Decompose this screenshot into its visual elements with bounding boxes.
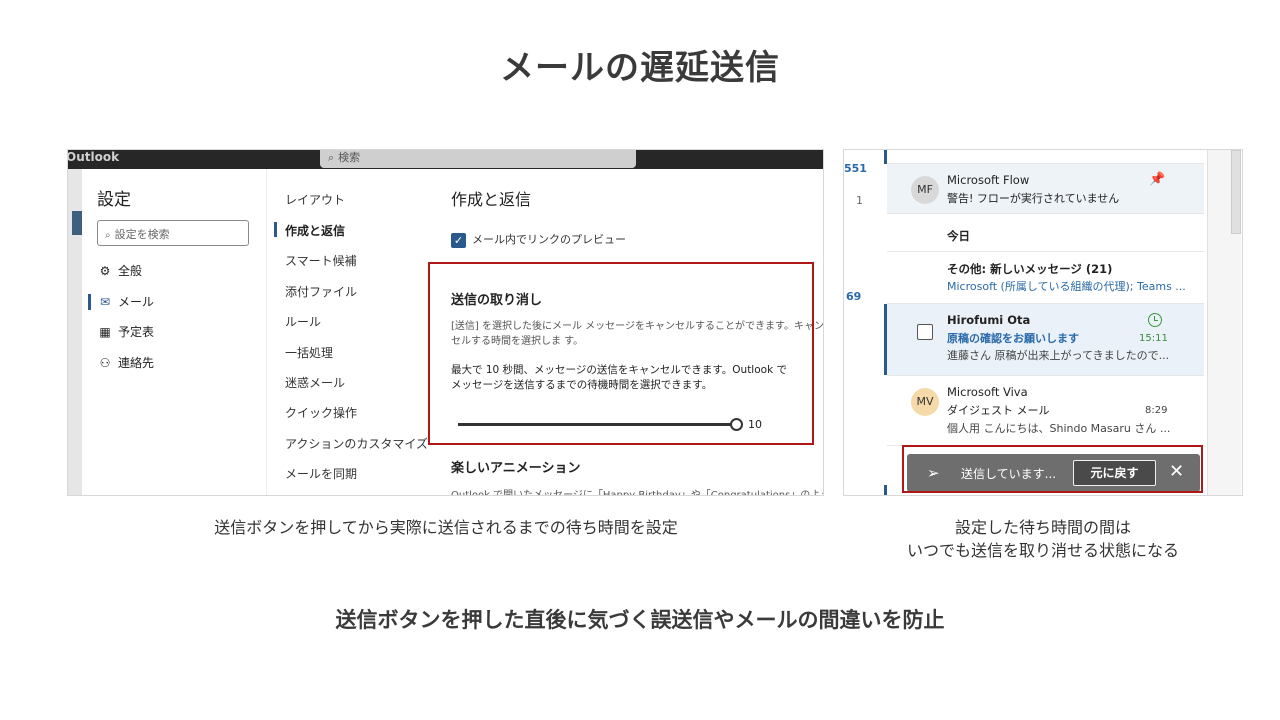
mail-time: 15:11 [1139, 333, 1168, 344]
outlook-topbar: Outlook ⌕ 検索 [68, 150, 823, 169]
subnav-active-marker [274, 222, 277, 237]
list-row-clip [887, 150, 1204, 164]
subnav-sweep[interactable]: 一括処理 [285, 344, 333, 361]
date-group-label: 今日 [947, 229, 970, 243]
pin-icon[interactable]: 📌 [1149, 172, 1165, 187]
mail-icon: ✉ [99, 295, 111, 309]
mail-subject: ダイジェスト メール [947, 404, 1050, 417]
nav-mail[interactable]: ✉ メール [97, 294, 154, 310]
avatar: MV [911, 388, 939, 416]
clock-icon [1148, 313, 1162, 327]
mail-item-selected[interactable]: Hirofumi Ota 原稿の確認をお願いします 15:11 進藤さん 原稿が… [884, 304, 1204, 376]
link-preview-option[interactable]: ✓ メール内でリンクのプレビュー [451, 231, 626, 248]
global-search-input[interactable]: ⌕ 検索 [320, 150, 636, 168]
nav-calendar[interactable]: ▦ 予定表 [97, 324, 154, 340]
mail-subject: 原稿の確認をお願いします [947, 332, 1079, 345]
mail-sender: Microsoft Flow [947, 173, 1030, 187]
subnav-compose-reply[interactable]: 作成と返信 [285, 222, 345, 239]
undo-send-highlight-box [428, 262, 814, 445]
nav-general-label: 全般 [118, 264, 143, 278]
folder-count: 69 [846, 290, 862, 303]
nav-active-marker [88, 294, 91, 310]
subnav-sync[interactable]: メールを同期 [285, 465, 357, 482]
subnav-rules[interactable]: ルール [285, 313, 321, 330]
mail-item[interactable]: その他: 新しいメッセージ (21) Microsoft (所属している組織の代… [887, 252, 1204, 304]
outlook-mail-list-screenshot: 551 1 69 MF Microsoft Flow 警告! フローが実行されて… [843, 149, 1243, 496]
caption-right-line2: いつでも送信を取り消せる状態になる [906, 541, 1179, 560]
mail-item[interactable]: MV Microsoft Viva ダイジェスト メール 8:29 個人用 こん… [887, 376, 1204, 446]
animation-title: 楽しいアニメーション [451, 461, 581, 476]
settings-search-placeholder: 設定を検索 [114, 228, 170, 241]
search-icon: ⌕ [328, 151, 335, 164]
mail-sender: その他: 新しいメッセージ (21) [947, 262, 1113, 276]
mail-preview: 進藤さん 原稿が出来上がってきましたので... [947, 349, 1170, 362]
nav-mail-label: メール [118, 295, 155, 309]
scrollbar[interactable] [1207, 150, 1241, 495]
nav-people[interactable]: ⚇ 連絡先 [97, 355, 154, 371]
slide-title: メールの遅延送信 [500, 48, 780, 88]
scrollbar-thumb[interactable] [1231, 150, 1241, 234]
subnav-smart-suggestions[interactable]: スマート候補 [285, 252, 357, 269]
subnav-customize-actions[interactable]: アクションのカスタマイズ [285, 435, 428, 452]
global-search-placeholder: 検索 [338, 151, 361, 164]
mail-preview: 個人用 こんにちは、Shindo Masaru さん ... [947, 422, 1171, 435]
checkbox-checked-icon[interactable]: ✓ [451, 232, 466, 248]
toast-highlight-box [902, 445, 1203, 493]
caption-right-line1: 設定した待ち時間の間は [954, 518, 1131, 537]
mail-sender: Microsoft Viva [947, 385, 1028, 399]
people-icon: ⚇ [99, 356, 111, 370]
settings-subnav: レイアウト 作成と返信 スマート候補 添付ファイル ルール 一括処理 迷惑メール… [266, 169, 436, 495]
nav-people-label: 連絡先 [118, 356, 155, 370]
subnav-quick-steps[interactable]: クイック操作 [285, 404, 357, 421]
animation-description: Outlook で開いたメッセージに「Happy Birthday」や「Cong… [451, 490, 824, 496]
calendar-icon: ▦ [99, 325, 111, 339]
caption-left: 送信ボタンを押してから実際に送信されるまでの待ち時間を設定 [214, 518, 678, 537]
search-icon: ⌕ [105, 230, 111, 241]
settings-nav: 設定 ⌕ 設定を検索 ⚙ 全般 ✉ メール ▦ 予定表 ⚇ 連絡先 [82, 169, 266, 495]
subnav-junk[interactable]: 迷惑メール [285, 374, 345, 391]
mail-time: 8:29 [1145, 405, 1168, 416]
left-rail [68, 169, 82, 495]
app-name: Outlook [67, 150, 120, 164]
nav-calendar-label: 予定表 [118, 325, 155, 339]
link-preview-label: メール内でリンクのプレビュー [472, 233, 626, 246]
content-title: 作成と返信 [451, 190, 532, 209]
date-group-header: 今日 [887, 214, 1204, 252]
row-checkbox[interactable] [917, 324, 933, 340]
mail-subject: 警告! フローが実行されていません [947, 192, 1120, 205]
mail-item[interactable]: MF Microsoft Flow 警告! フローが実行されていません 📌 [887, 164, 1204, 214]
rail-active-marker [72, 211, 82, 235]
settings-title: 設定 [97, 190, 131, 210]
avatar: MF [911, 176, 939, 204]
folder-counts: 551 1 69 [844, 150, 884, 495]
nav-general[interactable]: ⚙ 全般 [97, 263, 142, 279]
selection-bar [884, 304, 887, 375]
subnav-layout[interactable]: レイアウト [285, 191, 345, 208]
folder-count: 1 [856, 194, 863, 207]
folder-count: 551 [844, 162, 867, 175]
subnav-attachments[interactable]: 添付ファイル [285, 283, 357, 300]
gear-icon: ⚙ [99, 264, 111, 278]
mail-preview: Microsoft (所属している組織の代理); Teams ... [947, 280, 1186, 293]
settings-search-input[interactable]: ⌕ 設定を検索 [97, 220, 249, 246]
mail-sender: Hirofumi Ota [947, 313, 1031, 327]
bottom-message: 送信ボタンを押した直後に気づく誤送信やメールの間違いを防止 [335, 608, 945, 632]
